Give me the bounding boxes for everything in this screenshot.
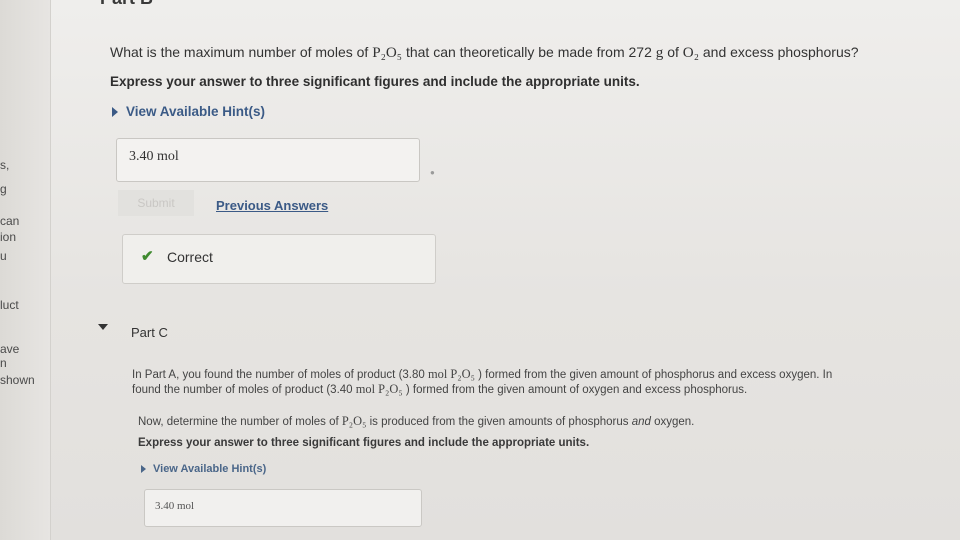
gutter-text: ion bbox=[0, 230, 17, 244]
gutter-text: luct bbox=[0, 298, 19, 312]
part-c-answer-field[interactable]: 3.40 mol bbox=[144, 489, 422, 527]
part-c-question: Now, determine the number of moles of P₂… bbox=[138, 414, 695, 428]
part-b-view-hints-link[interactable]: View Available Hint(s) bbox=[112, 104, 265, 119]
caret-right-icon bbox=[112, 107, 118, 118]
part-b-answer-field[interactable]: 3.40 mol bbox=[116, 138, 420, 182]
part-b-instruction: Express your answer to three significant… bbox=[110, 74, 640, 89]
gutter-text: n bbox=[0, 356, 7, 370]
gutter-text: shown bbox=[0, 373, 35, 387]
gutter-text: ave bbox=[0, 342, 20, 356]
page: s, g can ion u luct ave n shown Part B W… bbox=[0, 0, 960, 540]
gutter-text: s, bbox=[0, 158, 10, 172]
part-b-question: What is the maximum number of moles of P… bbox=[110, 44, 859, 61]
left-gutter-panel: s, g can ion u luct ave n shown bbox=[0, 0, 51, 540]
feedback-label: Correct bbox=[167, 249, 213, 265]
gutter-text: u bbox=[0, 249, 7, 263]
caret-right-icon bbox=[141, 465, 146, 474]
gutter-text: g bbox=[0, 182, 7, 196]
feedback-correct-box: ✔ Correct bbox=[122, 234, 436, 284]
part-b-heading: Part B bbox=[100, 0, 153, 9]
part-c-intro: In Part A, you found the number of moles… bbox=[132, 367, 833, 396]
part-c-title[interactable]: Part C bbox=[131, 325, 168, 340]
previous-answers-link[interactable]: Previous Answers bbox=[216, 198, 328, 213]
part-c-view-hints-link[interactable]: View Available Hint(s) bbox=[141, 463, 266, 475]
part-c-collapse-toggle-icon[interactable] bbox=[98, 324, 108, 330]
part-c-instruction: Express your answer to three significant… bbox=[138, 437, 590, 449]
resize-handle-icon: ● bbox=[430, 168, 435, 177]
part-b-answer-value: 3.40 mol bbox=[129, 149, 179, 164]
gutter-text: can bbox=[0, 214, 20, 228]
part-c-answer-value: 3.40 mol bbox=[155, 500, 195, 512]
checkmark-icon: ✔ bbox=[141, 248, 154, 265]
submit-button[interactable]: Submit bbox=[118, 190, 194, 216]
